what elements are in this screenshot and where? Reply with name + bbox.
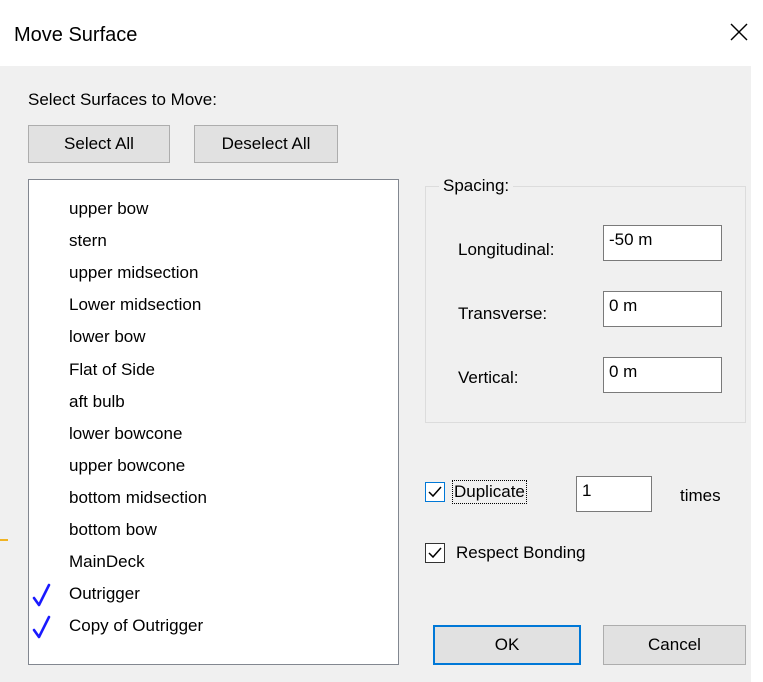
checkmark-icon bbox=[428, 547, 442, 559]
surface-name: lower bowcone bbox=[69, 423, 183, 443]
surface-list-item[interactable]: Outrigger bbox=[32, 583, 140, 607]
ok-button[interactable]: OK bbox=[433, 625, 581, 665]
move-surface-dialog: Move Surface Select Surfaces to Move: Se… bbox=[0, 0, 763, 682]
surface-name: upper midsection bbox=[69, 263, 199, 283]
surface-name: upper bowcone bbox=[69, 455, 186, 475]
surface-list-item[interactable]: stern bbox=[69, 231, 107, 253]
vertical-input[interactable]: 0 m bbox=[603, 357, 722, 393]
surface-list-item[interactable]: aft bulb bbox=[69, 392, 125, 414]
selected-check-icon bbox=[32, 583, 51, 607]
surface-name: lower bow bbox=[69, 327, 146, 347]
cancel-button[interactable]: Cancel bbox=[603, 625, 746, 665]
checkmark-icon bbox=[428, 486, 442, 498]
times-label: times bbox=[680, 486, 721, 505]
duplicate-checkbox[interactable] bbox=[425, 482, 445, 502]
surface-name: stern bbox=[69, 231, 107, 251]
surface-name: aft bulb bbox=[69, 391, 125, 411]
surface-name: MainDeck bbox=[69, 552, 145, 572]
surface-name: Outrigger bbox=[69, 584, 140, 604]
surface-list-item[interactable]: Copy of Outrigger bbox=[32, 615, 204, 639]
surface-list-item[interactable]: MainDeck bbox=[69, 552, 145, 574]
surface-list-item[interactable]: lower bowcone bbox=[69, 424, 182, 446]
surface-list-item[interactable]: upper midsection bbox=[69, 263, 198, 285]
close-button[interactable] bbox=[715, 6, 763, 58]
select-surfaces-label: Select Surfaces to Move: bbox=[28, 90, 217, 109]
surface-name: bottom bow bbox=[69, 520, 157, 539]
surface-list-item[interactable]: Lower midsection bbox=[69, 295, 201, 317]
surface-name: Lower midsection bbox=[69, 295, 202, 315]
respect-bonding-checkbox[interactable] bbox=[425, 543, 445, 563]
surface-name: bottom midsection bbox=[69, 487, 207, 507]
surface-name: upper bow bbox=[69, 199, 149, 218]
longitudinal-input[interactable]: -50 m bbox=[603, 225, 722, 261]
longitudinal-label: Longitudinal: bbox=[458, 240, 555, 259]
window-edge bbox=[751, 66, 763, 682]
deselect-all-button[interactable]: Deselect All bbox=[194, 125, 338, 163]
surface-list-item[interactable]: bottom bow bbox=[69, 520, 157, 542]
close-icon bbox=[730, 23, 748, 41]
surface-list-item[interactable]: bottom midsection bbox=[69, 488, 207, 510]
spacing-legend: Spacing: bbox=[439, 176, 514, 196]
transverse-label: Transverse: bbox=[458, 304, 548, 323]
select-all-button[interactable]: Select All bbox=[28, 125, 170, 163]
duplicate-count-input[interactable]: 1 bbox=[576, 476, 652, 512]
accent-marker bbox=[0, 539, 8, 541]
selected-check-icon bbox=[32, 615, 51, 639]
surface-list-item[interactable]: lower bow bbox=[69, 327, 146, 349]
surface-name: Copy of Outrigger bbox=[69, 616, 204, 636]
vertical-label: Vertical: bbox=[458, 368, 519, 387]
surface-list-item[interactable]: upper bow bbox=[69, 199, 148, 221]
title-bar: Move Surface bbox=[0, 0, 763, 66]
surface-name: Flat of Side bbox=[69, 359, 155, 379]
duplicate-label[interactable]: Duplicate bbox=[452, 480, 527, 504]
surfaces-listbox[interactable]: upper bow stern upper midsection Lower mids… bbox=[28, 179, 399, 665]
window-title: Move Surface bbox=[14, 24, 138, 46]
surface-list-item[interactable]: Flat of Side bbox=[69, 360, 155, 382]
surface-list-item[interactable]: upper bowcone bbox=[69, 456, 185, 478]
transverse-input[interactable]: 0 m bbox=[603, 291, 722, 327]
respect-bonding-label[interactable]: Respect Bonding bbox=[456, 543, 585, 563]
